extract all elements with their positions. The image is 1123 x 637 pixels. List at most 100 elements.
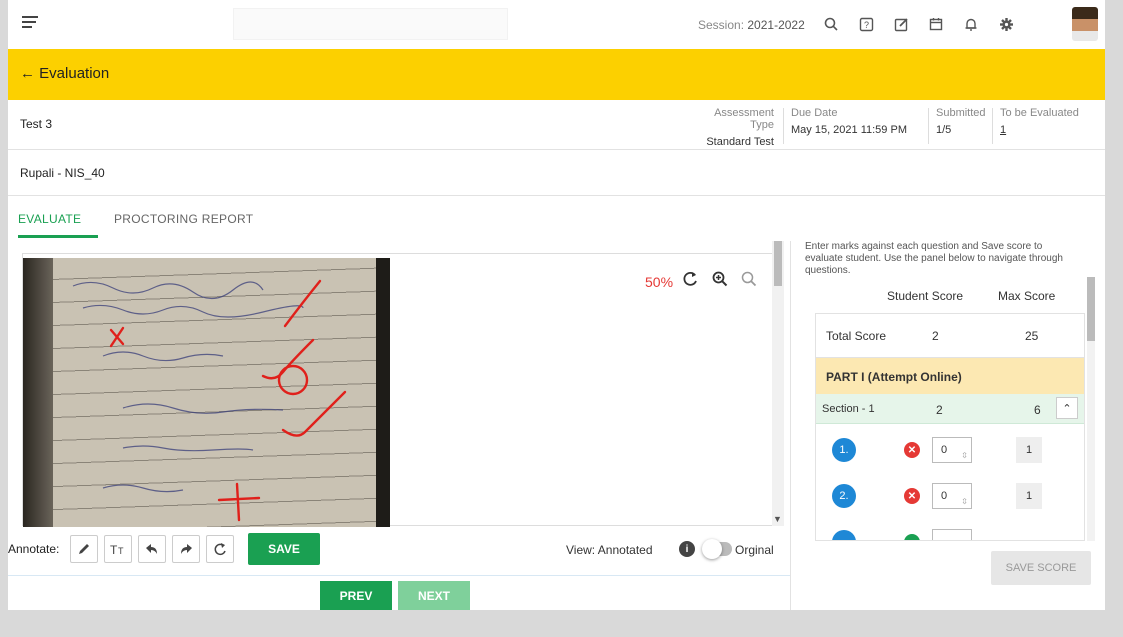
calendar-icon[interactable] xyxy=(925,13,947,35)
question-number-badge[interactable]: 2. xyxy=(832,484,856,508)
zoom-out-icon[interactable] xyxy=(741,271,757,292)
assessment-type-value: Standard Test xyxy=(706,136,774,148)
tab-bar: EVALUATE PROCTORING REPORT xyxy=(8,197,1105,239)
collapse-icon[interactable]: ⌃ xyxy=(1056,397,1078,419)
view-annotated-label: View: Annotated xyxy=(566,543,653,557)
section-student-score: 2 xyxy=(936,403,943,417)
tab-proctoring-report[interactable]: PROCTORING REPORT xyxy=(114,212,253,226)
section-row[interactable]: Section - 1 2 6 ⌃ xyxy=(816,394,1084,424)
total-student-score: 2 xyxy=(932,329,939,343)
redo-button[interactable] xyxy=(172,535,200,563)
help-icon[interactable]: ? xyxy=(855,13,877,35)
toggle-knob xyxy=(702,539,722,559)
student-row: Rupali - NIS_40 xyxy=(8,151,1105,196)
top-bar: Session: 2021-2022 ? xyxy=(8,0,1105,49)
question-max-score: 1 xyxy=(1016,437,1042,463)
save-annotation-button[interactable]: SAVE xyxy=(248,533,320,565)
svg-text:T: T xyxy=(118,546,124,556)
divider xyxy=(928,108,929,144)
edit-icon[interactable] xyxy=(890,13,912,35)
correct-answer-icon xyxy=(904,534,920,540)
submitted-value: 1/5 xyxy=(936,124,952,136)
question-max-score: 1 xyxy=(1016,483,1042,509)
stepper-icon[interactable]: ⇳ xyxy=(961,490,968,514)
stepper-icon[interactable]: ⇳ xyxy=(961,444,968,468)
total-score-label: Total Score xyxy=(826,329,887,343)
menu-icon[interactable] xyxy=(22,16,38,32)
undo-icon xyxy=(146,544,157,554)
reset-button[interactable] xyxy=(206,535,234,563)
student-score-header: Student Score xyxy=(887,289,964,303)
refresh-icon xyxy=(214,543,226,556)
bell-icon[interactable] xyxy=(960,13,982,35)
handwriting-annotations xyxy=(72,279,347,522)
instructions-text: Enter marks against each question and Sa… xyxy=(805,241,1063,276)
pencil-icon xyxy=(79,544,89,554)
back-button[interactable]: ← Evaluation xyxy=(20,65,109,82)
test-title: Test 3 xyxy=(20,117,53,131)
viewer-scrollbar[interactable]: ▼ xyxy=(772,241,784,526)
submitted-count: Submitted 1/5 xyxy=(936,107,986,136)
page-header: ← Evaluation xyxy=(8,49,1105,100)
session-info: Session: 2021-2022 xyxy=(698,18,805,32)
pagination-bar: PREV NEXT xyxy=(8,575,793,610)
divider xyxy=(783,108,784,144)
due-date-value: May 15, 2021 11:59 PM xyxy=(791,124,907,136)
tab-evaluate[interactable]: EVALUATE xyxy=(18,212,81,226)
zoom-in-icon[interactable] xyxy=(712,271,728,292)
question-number-badge[interactable] xyxy=(832,530,856,540)
svg-text:T: T xyxy=(110,543,118,556)
max-score-header: Max Score xyxy=(998,289,1056,303)
student-name: Rupali - NIS_40 xyxy=(20,166,105,180)
assessment-info: Test 3 Assessment Type Standard Test Due… xyxy=(8,100,1105,150)
question-score-input[interactable] xyxy=(932,529,972,540)
annotate-toolbar: Annotate: TT SAVE View: Annotated i Orgi… xyxy=(8,528,793,572)
gear-icon[interactable] xyxy=(995,13,1017,35)
panel-scrollbar[interactable] xyxy=(1087,277,1095,541)
to-be-evaluated-link[interactable]: 1 xyxy=(1000,124,1079,136)
search-area[interactable] xyxy=(233,8,508,40)
total-max-score: 25 xyxy=(1025,329,1039,343)
session-label: Session: xyxy=(698,18,745,32)
scroll-down-icon[interactable]: ▼ xyxy=(773,514,782,524)
section-label: Section - 1 xyxy=(822,403,875,415)
svg-text:?: ? xyxy=(863,20,868,30)
part-row: PART I (Attempt Online) xyxy=(816,358,1084,394)
question-score-value: 0 xyxy=(941,444,948,456)
assessment-type: Assessment Type Standard Test xyxy=(688,107,774,148)
total-score-row: Total Score 2 25 xyxy=(816,314,1084,358)
divider xyxy=(992,108,993,144)
save-score-button[interactable]: SAVE SCORE xyxy=(991,551,1091,585)
redo-icon xyxy=(181,544,192,554)
info-icon[interactable]: i xyxy=(679,541,695,557)
original-label: Orginal xyxy=(735,543,774,557)
undo-button[interactable] xyxy=(138,535,166,563)
scrollbar-thumb[interactable] xyxy=(774,241,782,286)
zoom-level: 50% xyxy=(645,274,674,290)
prev-button[interactable]: PREV xyxy=(320,581,392,610)
answer-viewer: 50% xyxy=(22,253,783,527)
assessment-type-label: Assessment Type xyxy=(714,107,774,131)
text-size-icon: TT xyxy=(110,543,124,556)
view-toggle[interactable] xyxy=(702,539,732,559)
background-margin xyxy=(0,610,1123,637)
background-margin xyxy=(1105,0,1123,637)
section-max-score: 6 xyxy=(1034,403,1041,417)
rotate-icon[interactable] xyxy=(683,271,699,292)
scrollbar-thumb[interactable] xyxy=(1087,277,1095,341)
next-button[interactable]: NEXT xyxy=(398,581,470,610)
score-panel: Enter marks against each question and Sa… xyxy=(790,241,1105,610)
search-icon[interactable] xyxy=(820,13,842,35)
answer-sheet-image[interactable] xyxy=(23,258,390,527)
question-score-input[interactable]: 0 ⇳ xyxy=(932,437,972,463)
avatar[interactable] xyxy=(1072,7,1098,41)
app-window: Session: 2021-2022 ? ← Evaluation Test 3… xyxy=(8,0,1105,610)
question-number-badge[interactable]: 1. xyxy=(832,438,856,462)
text-tool-button[interactable]: TT xyxy=(104,535,132,563)
wrong-answer-icon: ✕ xyxy=(904,488,920,504)
submitted-label: Submitted xyxy=(936,107,986,119)
question-score-value: 0 xyxy=(941,490,948,502)
annotate-label: Annotate: xyxy=(8,542,60,556)
pen-tool-button[interactable] xyxy=(70,535,98,563)
question-score-input[interactable]: 0 ⇳ xyxy=(932,483,972,509)
